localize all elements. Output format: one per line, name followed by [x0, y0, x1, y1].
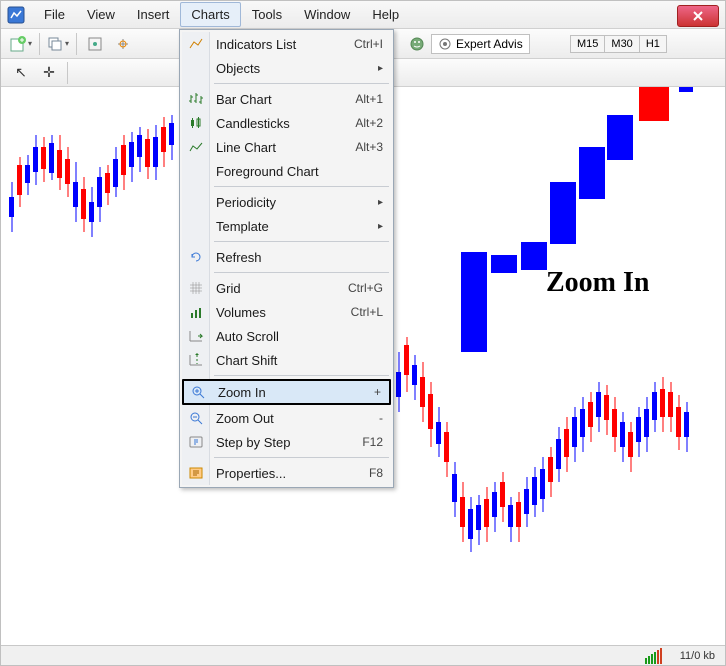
crosshair-tool[interactable]: ✛ — [37, 61, 61, 85]
menu-item-properties[interactable]: Properties... F8 — [182, 461, 391, 485]
menu-help[interactable]: Help — [361, 2, 410, 27]
submenu-arrow-icon: ▸ — [378, 221, 383, 232]
timeframe-m30[interactable]: M30 — [604, 35, 639, 53]
navigator-button[interactable] — [111, 32, 135, 56]
menu-item-refresh[interactable]: Refresh — [182, 245, 391, 269]
properties-icon — [186, 463, 206, 483]
timeframe-h1[interactable]: H1 — [639, 35, 667, 53]
indicators-icon — [186, 34, 206, 54]
market-watch-button[interactable] — [83, 32, 107, 56]
menu-item-chart-shift[interactable]: Chart Shift — [182, 348, 391, 372]
menu-item-zoom-out[interactable]: Zoom Out - — [182, 406, 391, 430]
menu-item-auto-scroll[interactable]: Auto Scroll — [182, 324, 391, 348]
charts-dropdown-menu: Indicators List Ctrl+I Objects ▸ Bar Cha… — [179, 29, 394, 488]
status-kb: 11/0 kb — [680, 650, 715, 662]
line-chart-icon — [186, 137, 206, 157]
dropdown-arrow-icon: ▾ — [28, 39, 32, 48]
connection-signal-icon — [645, 648, 662, 664]
auto-scroll-icon — [186, 326, 206, 346]
status-bar: 11/0 kb — [1, 645, 725, 665]
zoom-in-annotation: Zoom In — [546, 267, 649, 299]
menu-insert[interactable]: Insert — [126, 2, 181, 27]
candlesticks-icon — [186, 113, 206, 133]
cursor-tool[interactable]: ↖ — [9, 61, 33, 85]
profiles-button[interactable]: ▾ — [46, 32, 70, 56]
timeframe-m15[interactable]: M15 — [570, 35, 605, 53]
toolbar-separator — [39, 33, 40, 55]
toolbar-separator — [67, 62, 68, 84]
menu-item-line-chart[interactable]: Line Chart Alt+3 — [182, 135, 391, 159]
gear-icon — [438, 37, 452, 51]
menu-file[interactable]: File — [33, 2, 76, 27]
cursor-icon: ↖ — [15, 64, 27, 81]
chart-shift-icon — [186, 350, 206, 370]
expert-advisors-button[interactable]: Expert Advis — [431, 34, 530, 54]
bar-chart-icon — [186, 89, 206, 109]
submenu-arrow-icon: ▸ — [378, 63, 383, 74]
refresh-icon — [186, 247, 206, 267]
grid-icon — [186, 278, 206, 298]
submenu-arrow-icon: ▸ — [378, 197, 383, 208]
menu-item-volumes[interactable]: Volumes Ctrl+L — [182, 300, 391, 324]
menu-item-indicators-list[interactable]: Indicators List Ctrl+I — [182, 32, 391, 56]
step-icon — [186, 432, 206, 452]
menu-window[interactable]: Window — [293, 2, 361, 27]
menu-view[interactable]: View — [76, 2, 126, 27]
menu-item-grid[interactable]: Grid Ctrl+G — [182, 276, 391, 300]
menu-charts[interactable]: Charts — [180, 2, 240, 27]
new-chart-button[interactable]: ▾ — [9, 32, 33, 56]
toolbar-separator — [76, 33, 77, 55]
menubar: File View Insert Charts Tools Window Hel… — [1, 1, 725, 29]
dropdown-arrow-icon: ▾ — [65, 39, 69, 48]
crosshair-icon: ✛ — [43, 64, 55, 81]
menu-item-objects[interactable]: Objects ▸ — [182, 56, 391, 80]
menu-item-step-by-step[interactable]: Step by Step F12 — [182, 430, 391, 454]
zoom-out-icon — [186, 408, 206, 428]
zoom-in-icon — [188, 382, 208, 402]
menu-item-template[interactable]: Template ▸ — [182, 214, 391, 238]
menu-tools[interactable]: Tools — [241, 2, 293, 27]
menu-item-candlesticks[interactable]: Candlesticks Alt+2 — [182, 111, 391, 135]
menu-item-periodicity[interactable]: Periodicity ▸ — [182, 190, 391, 214]
volumes-icon — [186, 302, 206, 322]
menu-item-foreground-chart[interactable]: Foreground Chart — [182, 159, 391, 183]
menu-item-bar-chart[interactable]: Bar Chart Alt+1 — [182, 87, 391, 111]
app-icon — [7, 6, 25, 24]
menu-item-zoom-in[interactable]: Zoom In + — [182, 379, 391, 405]
expert-icon-button[interactable] — [405, 32, 429, 56]
window-close-button[interactable] — [677, 5, 719, 27]
